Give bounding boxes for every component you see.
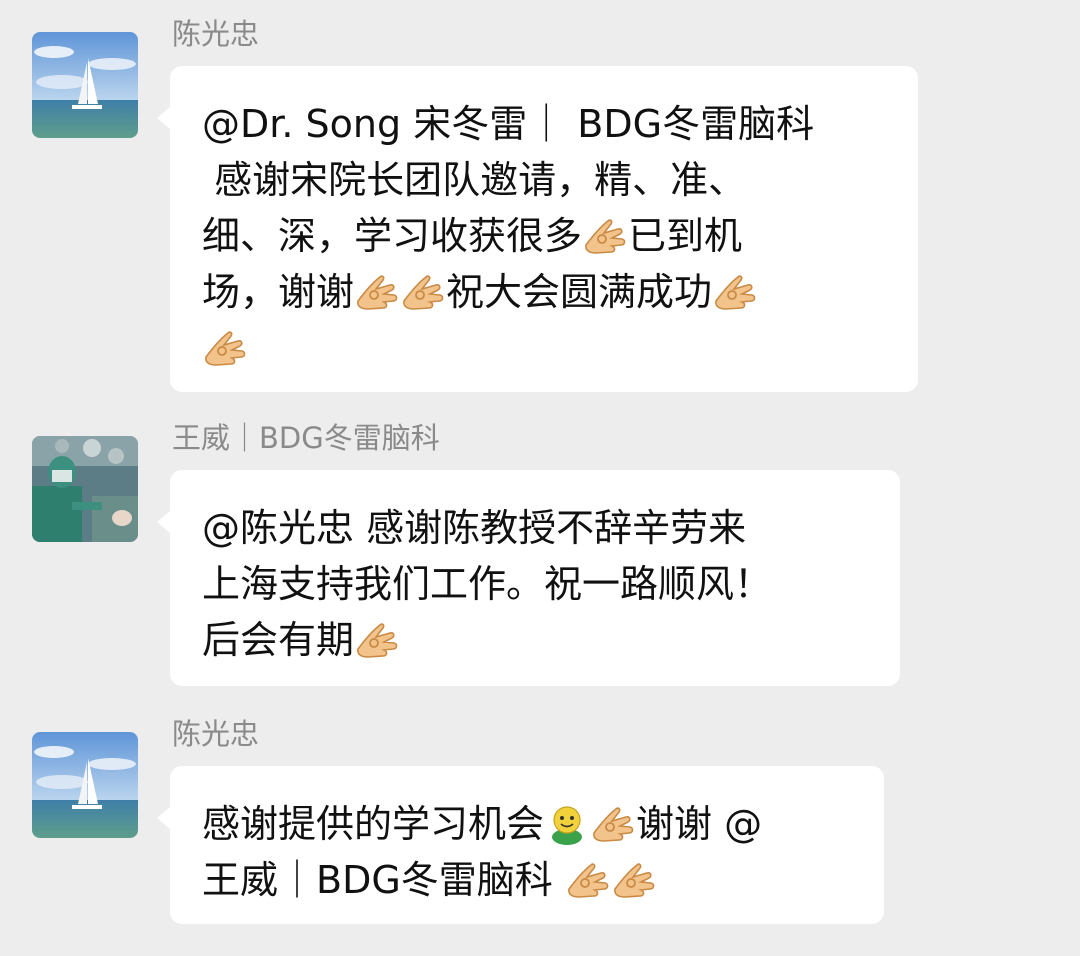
ok-hand-emoji-icon: [354, 271, 400, 313]
sailboat-avatar[interactable]: [32, 32, 138, 138]
message-text: 感谢提供的学习机会: [202, 802, 545, 846]
ok-hand-emoji-icon: [611, 859, 657, 901]
message-text: 场，谢谢: [202, 270, 355, 314]
sender-name: 陈光忠: [172, 17, 260, 51]
message-text: 细、深，学习收获很多: [202, 214, 583, 258]
ok-hand-emoji-icon: [712, 271, 758, 313]
message-line: 后会有期: [202, 612, 866, 668]
message-line: 感谢提供的学习机会 谢谢 @: [202, 796, 850, 852]
message-line: 上海支持我们工作。祝一路顺风！: [202, 556, 866, 612]
message-line: 场，谢谢 祝大会圆满成功: [202, 264, 884, 320]
message-bubble[interactable]: @陈光忠 感谢陈教授不辞辛劳来 上海支持我们工作。祝一路顺风！ 后会有期: [157, 470, 900, 686]
message-bubble[interactable]: 感谢提供的学习机会 谢谢 @ 王威｜BDG冬雷脑科: [157, 766, 884, 924]
sender-name: 王威｜BDG冬雷脑科: [172, 421, 440, 455]
sender-name: 陈光忠: [172, 717, 260, 751]
message-bubble[interactable]: @Dr. Song 宋冬雷｜ BDG冬雷脑科 感谢宋院长团队邀请，精、准、 细、深…: [157, 66, 918, 392]
message-line: [202, 320, 884, 376]
ok-hand-emoji-icon: [400, 271, 446, 313]
ok-hand-emoji-icon: [590, 803, 636, 845]
message-text: 已到机: [628, 214, 743, 258]
ok-hand-emoji-icon: [354, 619, 400, 661]
message-text: @Dr. Song 宋冬雷｜ BDG冬雷脑科: [202, 102, 815, 146]
surgeon-avatar[interactable]: [32, 436, 138, 542]
message-text: 谢谢 @: [636, 802, 763, 846]
message-text: 感谢宋院长团队邀请，精、准、: [202, 158, 747, 202]
sailboat-avatar[interactable]: [32, 732, 138, 838]
ok-hand-emoji-icon: [582, 215, 628, 257]
message-line: @陈光忠 感谢陈教授不辞辛劳来: [202, 500, 866, 556]
message-line: @Dr. Song 宋冬雷｜ BDG冬雷脑科: [202, 96, 884, 152]
ok-hand-emoji-icon: [565, 859, 611, 901]
message-text: 王威｜BDG冬雷脑科: [202, 858, 565, 902]
smile-emoji-icon: [544, 803, 590, 845]
message-text: 祝大会圆满成功: [446, 270, 713, 314]
message-line: 王威｜BDG冬雷脑科: [202, 852, 850, 908]
message-line: 感谢宋院长团队邀请，精、准、: [202, 152, 884, 208]
message-text: 上海支持我们工作。祝一路顺风！: [202, 562, 773, 606]
ok-hand-emoji-icon: [202, 327, 248, 369]
message-text: 后会有期: [202, 618, 355, 662]
message-line: 细、深，学习收获很多 已到机: [202, 208, 884, 264]
message-text: @陈光忠 感谢陈教授不辞辛劳来: [202, 506, 747, 550]
